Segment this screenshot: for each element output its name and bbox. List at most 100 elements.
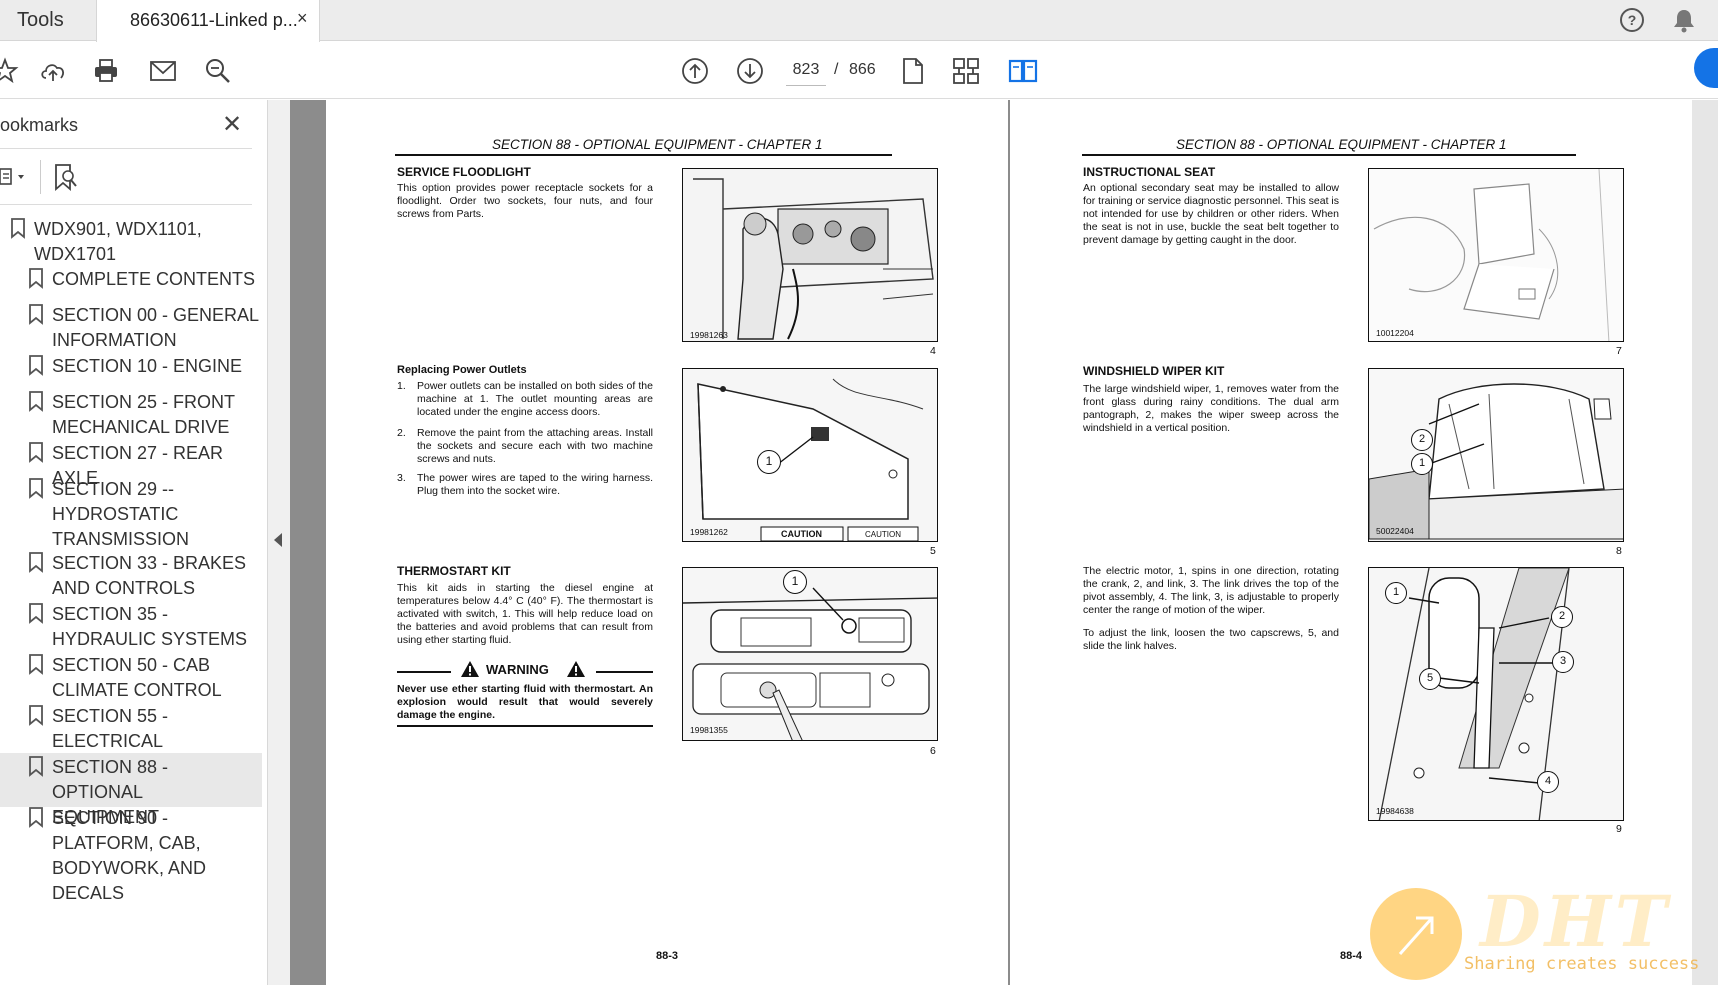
two-page-view-icon[interactable] bbox=[1006, 54, 1040, 88]
bookmarks-close-button[interactable]: ✕ bbox=[222, 110, 242, 139]
floodlight-heading: SERVICE FLOODLIGHT bbox=[397, 165, 531, 179]
print-icon[interactable] bbox=[89, 54, 123, 88]
figure-number: 9 bbox=[1616, 823, 1622, 835]
current-page-input[interactable]: 823 bbox=[786, 54, 826, 86]
wiper-heading: WINDSHIELD WIPER KIT bbox=[1083, 364, 1225, 378]
figure-8-windshield-wiper: 2 1 50022404 bbox=[1368, 368, 1624, 542]
bookmark-item[interactable]: SECTION 00 - GENERAL INFORMATION bbox=[0, 301, 262, 355]
page-separator: / bbox=[834, 61, 839, 78]
bookmark-label-line: SECTION 25 - FRONT bbox=[52, 392, 236, 412]
bookmark-label: SECTION 35 - HYDRAULIC SYSTEMS bbox=[52, 602, 247, 652]
bookmark-item[interactable]: SECTION 50 - CAB CLIMATE CONTROL bbox=[0, 651, 262, 705]
figure-code: 19984638 bbox=[1376, 806, 1414, 816]
add-bookmark-icon[interactable] bbox=[52, 162, 80, 197]
warning-label: WARNING bbox=[486, 662, 549, 677]
tab-document[interactable]: 86630611-Linked p... × bbox=[96, 0, 320, 42]
bookmark-label: WDX901, WDX1101, WDX1701 bbox=[34, 217, 202, 267]
bookmark-icon bbox=[29, 304, 43, 325]
seat-heading: INSTRUCTIONAL SEAT bbox=[1083, 165, 1216, 179]
tab-document-label: 86630611-Linked p... bbox=[130, 10, 298, 30]
warning-rule bbox=[397, 671, 451, 673]
bookmark-label-line: SECTION 90 - bbox=[52, 808, 169, 828]
wiper-text: The large windshield wiper, 1, removes w… bbox=[1083, 383, 1339, 434]
floodlight-text: This option provides power receptacle so… bbox=[397, 182, 653, 220]
header-rule bbox=[395, 154, 892, 156]
callout: 2 bbox=[1411, 429, 1433, 451]
bookmark-item[interactable]: WDX901, WDX1101, WDX1701 bbox=[0, 215, 262, 269]
bookmark-label-line: SECTION 35 - bbox=[52, 604, 169, 624]
vertical-scrollbar[interactable] bbox=[1692, 100, 1718, 985]
bookmark-icon bbox=[29, 391, 43, 412]
list-number: 1. bbox=[397, 380, 406, 392]
warning-triangle-icon bbox=[566, 660, 586, 683]
watermark-slogan: Sharing creates success bbox=[1464, 954, 1700, 974]
figure-7-instructional-seat: 10012204 bbox=[1368, 168, 1624, 342]
notifications-bell-icon[interactable] bbox=[1670, 6, 1698, 34]
figure-code: 19981355 bbox=[690, 725, 728, 735]
figure-number: 4 bbox=[930, 345, 936, 357]
list-text: Power outlets can be installed on both s… bbox=[417, 380, 653, 418]
bookmark-item[interactable]: SECTION 88 - OPTIONAL EQUIPMENT bbox=[0, 753, 262, 827]
bookmark-item[interactable]: SECTION 33 - BRAKES AND CONTROLS bbox=[0, 549, 262, 603]
bookmark-label: SECTION 50 - CAB CLIMATE CONTROL bbox=[52, 653, 222, 703]
tab-close-button[interactable]: × bbox=[297, 8, 308, 29]
figure-code: 19981263 bbox=[690, 330, 728, 340]
thermostart-text: This kit aids in starting the diesel eng… bbox=[397, 582, 653, 646]
figure-number: 7 bbox=[1616, 345, 1622, 357]
bookmark-item[interactable]: SECTION 35 - HYDRAULIC SYSTEMS bbox=[0, 600, 262, 654]
bookmark-label-line: SECTION 00 - GENERAL bbox=[52, 305, 260, 325]
figure-6-thermostart: 1 19981355 bbox=[682, 567, 938, 741]
bookmark-icon bbox=[29, 705, 43, 726]
warning-text: Never use ether starting fluid with ther… bbox=[397, 683, 653, 721]
figure-4-floodlight: 19981263 bbox=[682, 168, 938, 342]
toolbar-separator bbox=[40, 160, 41, 194]
bookmark-label-line: WDX1701 bbox=[34, 244, 117, 264]
next-page-button[interactable] bbox=[733, 54, 767, 88]
bookmark-star-icon[interactable] bbox=[0, 54, 22, 88]
scrolling-mode-icon[interactable] bbox=[949, 54, 983, 88]
motor-text: The electric motor, 1, spins in one dire… bbox=[1083, 565, 1339, 616]
document-viewer[interactable]: SECTION 88 - OPTIONAL EQUIPMENT - CHAPTE… bbox=[290, 100, 1718, 985]
svg-text:?: ? bbox=[1628, 12, 1637, 28]
callout: 2 bbox=[1551, 606, 1573, 628]
previous-page-button[interactable] bbox=[678, 54, 712, 88]
bookmark-item[interactable]: SECTION 25 - FRONT MECHANICAL DRIVE bbox=[0, 388, 262, 442]
single-page-view-icon[interactable] bbox=[896, 54, 930, 88]
list-item: 1. Power outlets can be installed on bot… bbox=[397, 380, 653, 420]
bookmark-options-menu-icon[interactable] bbox=[0, 164, 30, 195]
figure-5-power-outlets: 1 CAUTION CAUTION 19981262 bbox=[682, 368, 938, 542]
bookmark-item[interactable]: COMPLETE CONTENTS bbox=[0, 265, 262, 294]
page-88-4: SECTION 88 - OPTIONAL EQUIPMENT - CHAPTE… bbox=[1010, 100, 1692, 985]
figure-9-wiper-motor: 1 2 3 5 4 19984638 bbox=[1368, 567, 1624, 821]
watermark-logo-circle bbox=[1370, 888, 1462, 980]
email-icon[interactable] bbox=[146, 54, 180, 88]
callout: 3 bbox=[1552, 651, 1574, 673]
bookmark-icon bbox=[29, 268, 43, 289]
bookmark-item[interactable]: SECTION 29 -- HYDROSTATIC TRANSMISSION bbox=[0, 475, 262, 554]
bookmark-item[interactable]: SECTION 27 - REAR AXLE bbox=[0, 439, 262, 488]
bookmark-icon bbox=[29, 355, 43, 376]
bookmark-label: COMPLETE CONTENTS bbox=[52, 267, 255, 292]
list-number: 3. bbox=[397, 472, 406, 484]
upload-cloud-icon[interactable] bbox=[36, 54, 70, 88]
callout: 1 bbox=[783, 570, 807, 594]
pdf-viewer-window: Tools 86630611-Linked p... × ? 823 / 866… bbox=[0, 0, 1718, 985]
bookmark-label: SECTION 90 - PLATFORM, CAB, BODYWORK, AND D… bbox=[52, 806, 206, 906]
figure-number: 8 bbox=[1616, 545, 1622, 557]
help-icon[interactable]: ? bbox=[1618, 6, 1646, 34]
collapse-panel-arrow-icon[interactable] bbox=[274, 533, 282, 547]
warning-triangle-icon bbox=[460, 660, 480, 683]
callout: 1 bbox=[1411, 453, 1433, 475]
bookmark-icon bbox=[29, 442, 43, 463]
figure-code: 19981262 bbox=[690, 527, 728, 537]
bookmark-item[interactable]: SECTION 90 - PLATFORM, CAB, BODYWORK, AND D… bbox=[0, 804, 262, 908]
seat-text: An optional secondary seat may be instal… bbox=[1083, 182, 1340, 246]
tab-tools[interactable]: Tools bbox=[0, 0, 96, 41]
list-item: 3. The power wires are taped to the wiri… bbox=[397, 472, 653, 500]
bookmark-item[interactable]: SECTION 55 - ELECTRICAL bbox=[0, 702, 262, 756]
bookmark-label-line: HYDROSTATIC bbox=[52, 504, 179, 524]
bookmark-item[interactable]: SECTION 10 - ENGINE bbox=[0, 352, 262, 381]
list-text: Remove the paint from the attaching area… bbox=[417, 427, 653, 465]
divider bbox=[0, 148, 252, 149]
zoom-search-icon[interactable] bbox=[201, 54, 235, 88]
